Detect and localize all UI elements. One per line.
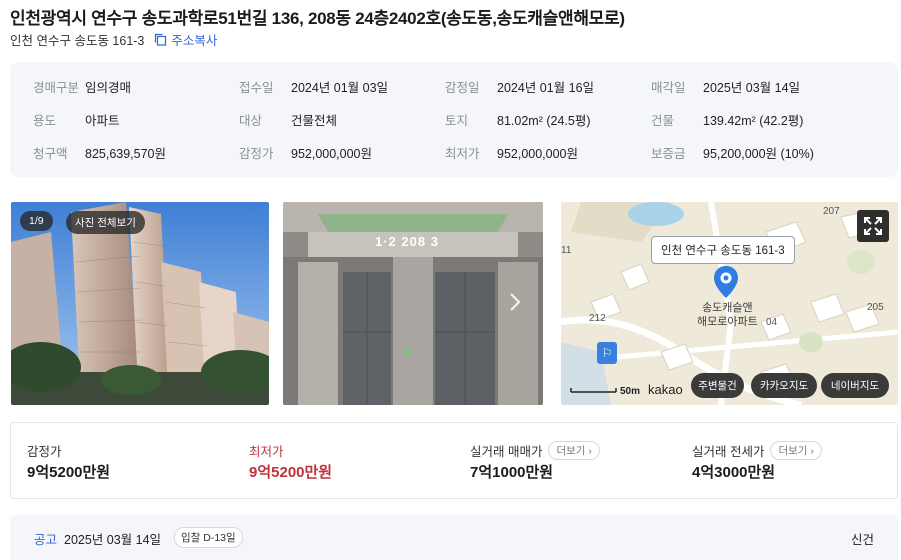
bid-dday-badge: 입찰 D-13일	[174, 527, 243, 548]
info-value: 952,000,000원	[291, 147, 373, 161]
info-key: 토지	[445, 114, 469, 128]
building-number-label: 212	[589, 313, 606, 324]
photo-counter-badge: 1/9	[20, 211, 53, 231]
apartment-name-line: 송도캐슬앤	[702, 302, 753, 314]
info-key: 보증금	[651, 147, 686, 161]
price-label: 감정가	[27, 445, 62, 459]
info-value: 건물전체	[291, 114, 338, 128]
fullscreen-map-button[interactable]	[857, 210, 889, 242]
next-photo-arrow-icon[interactable]	[503, 287, 527, 317]
building-sign-text: 1·2 208 3	[375, 234, 439, 249]
copy-address-label: 주소복사	[171, 34, 218, 48]
info-value: 139.42m² (42.2평)	[703, 114, 804, 128]
copy-icon	[155, 33, 167, 46]
jibun-address-line: 인천 연수구 송도동 161-3 주소복사	[10, 30, 217, 49]
price-value: 9억5200만원	[27, 464, 111, 481]
info-cell: 건물 139.42m² (42.2평)	[651, 110, 803, 129]
property-photo-exterior[interactable]: 1/9 사진 전체보기	[11, 202, 269, 405]
apartment-name-label: 송도캐슬앤 해모로아파트	[697, 301, 758, 329]
info-key: 최저가	[445, 147, 480, 161]
info-key: 경매구분	[33, 81, 80, 95]
scale-label: 50m	[620, 386, 641, 397]
info-key: 청구액	[33, 147, 68, 161]
price-summary-panel: 감정가 9억5200만원 최저가 9억5200만원 실거래 매매가 더보기 › …	[10, 422, 898, 499]
info-cell: 토지 81.02m² (24.5평)	[445, 110, 590, 129]
building-number-label: 04	[766, 317, 778, 328]
auction-info-panel: 경매구분 임의경매 접수일 2024년 01월 03일 감정일 2024년 01월 1…	[10, 62, 898, 177]
info-value: 2024년 01월 03일	[291, 81, 389, 95]
info-key: 감정일	[445, 81, 480, 95]
info-cell: 대상 건물전체	[239, 110, 337, 129]
more-label: 더보기	[556, 445, 586, 457]
info-key: 매각일	[651, 81, 686, 95]
address-tooltip-text: 인천 연수구 송도동 161-3	[661, 245, 785, 257]
view-all-photos-button[interactable]: 사진 전체보기	[66, 211, 145, 234]
price-value: 4억3000만원	[692, 464, 776, 481]
info-value: 952,000,000원	[497, 147, 579, 161]
info-value: 임의경매	[85, 81, 132, 95]
price-actual-jeonse: 실거래 전세가 더보기 › 4억3000만원	[692, 423, 892, 498]
price-actual-sale: 실거래 매매가 더보기 › 7억1000만원	[470, 423, 670, 498]
case-status: 신건	[850, 533, 874, 547]
kakao-logo: kakao	[648, 382, 683, 397]
info-value: 아파트	[85, 114, 120, 128]
info-cell: 접수일 2024년 01월 03일	[239, 77, 388, 96]
price-label: 실거래 전세가	[692, 445, 765, 459]
kakao-map-button[interactable]: 카카오지도	[751, 373, 817, 398]
price-appraisal: 감정가 9억5200만원	[27, 423, 227, 498]
page-title: 인천광역시 연수구 송도과학로51번길 136, 208동 24층2402호(송…	[10, 9, 625, 28]
info-cell: 용도 아파트	[33, 110, 120, 129]
notice-bar: 공고 2025년 03월 14일 입찰 D-13일 신건	[10, 515, 898, 560]
jibun-address: 인천 연수구 송도동 161-3	[10, 34, 145, 48]
price-minimum: 최저가 9억5200만원	[249, 423, 449, 498]
apartment-name-line: 해모로아파트	[697, 316, 758, 328]
info-cell: 감정가 952,000,000원	[239, 143, 372, 162]
info-value: 95,200,000원 (10%)	[703, 147, 814, 161]
naver-map-button[interactable]: 네이버지도	[821, 373, 889, 398]
building-number-label: 11	[561, 245, 572, 256]
building-number-label: 205	[867, 302, 884, 313]
info-cell: 최저가 952,000,000원	[445, 143, 578, 162]
notice-date: 2025년 03월 14일	[64, 533, 162, 547]
bus-stop-icon[interactable]: ⚐	[597, 342, 617, 364]
info-key: 건물	[651, 114, 675, 128]
price-label: 최저가	[249, 445, 284, 459]
copy-address-button[interactable]: 주소복사	[154, 30, 217, 49]
price-label: 실거래 매매가	[470, 445, 543, 459]
building-number-label: 207	[823, 206, 840, 217]
info-value: 2024년 01월 16일	[497, 81, 595, 95]
info-value: 2025년 03월 14일	[703, 81, 801, 95]
info-key: 대상	[239, 114, 263, 128]
notice-label: 공고	[34, 533, 58, 547]
nearby-items-button[interactable]: 주변물건	[691, 373, 744, 398]
info-key: 감정가	[239, 147, 274, 161]
info-value: 825,639,570원	[85, 147, 167, 161]
info-key: 용도	[33, 114, 57, 128]
more-label: 더보기	[778, 445, 808, 457]
address-tooltip: 인천 연수구 송도동 161-3	[651, 236, 795, 264]
property-photo-entrance[interactable]: 1·2 208 3	[283, 202, 543, 405]
price-value: 9억5200만원	[249, 464, 333, 481]
info-cell: 매각일 2025년 03월 14일	[651, 77, 800, 96]
info-cell: 경매구분 임의경매	[33, 77, 131, 96]
jeonse-more-button[interactable]: 더보기 ›	[770, 441, 822, 460]
info-row: 경매구분 임의경매 접수일 2024년 01월 03일 감정일 2024년 01월 1…	[10, 77, 898, 97]
info-row: 용도 아파트 대상 건물전체 토지 81.02m² (24.5평) 건물 139.42m…	[10, 110, 898, 130]
info-cell: 감정일 2024년 01월 16일	[445, 77, 594, 96]
apartment-towers-image	[11, 202, 269, 405]
info-cell: 보증금 95,200,000원 (10%)	[651, 143, 814, 162]
expand-icon	[864, 217, 882, 235]
location-marker-icon[interactable]	[713, 265, 739, 299]
info-row: 청구액 825,639,570원 감정가 952,000,000원 최저가 952,0…	[10, 143, 898, 163]
sale-more-button[interactable]: 더보기 ›	[548, 441, 600, 460]
info-cell: 청구액 825,639,570원	[33, 143, 166, 162]
price-value: 7억1000만원	[470, 464, 554, 481]
info-value: 81.02m² (24.5평)	[497, 114, 591, 128]
info-key: 접수일	[239, 81, 274, 95]
